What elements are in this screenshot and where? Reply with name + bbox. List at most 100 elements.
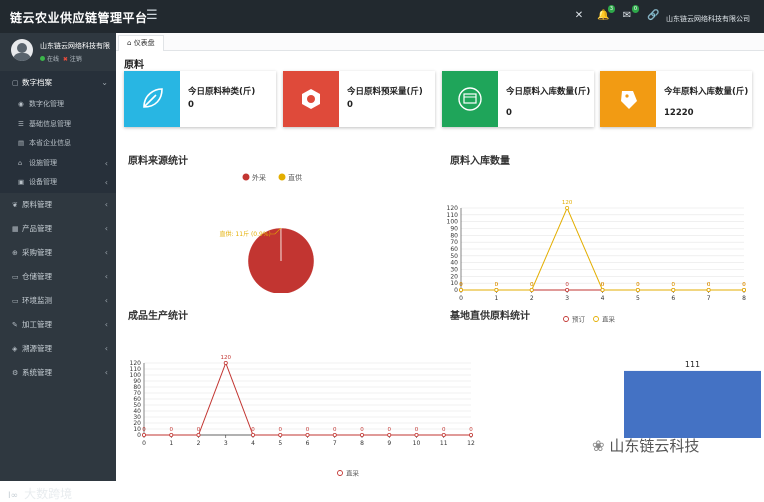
data-label: 0 xyxy=(742,282,746,288)
stat-card-icon-box xyxy=(442,71,498,127)
data-point xyxy=(388,433,391,436)
data-point xyxy=(415,433,418,436)
legend-label: 外采 xyxy=(252,173,266,182)
data-label: 0 xyxy=(495,282,499,288)
data-point xyxy=(279,433,282,436)
monitor-icon: ▭ xyxy=(12,289,22,313)
x-tick-label: 7 xyxy=(707,295,711,302)
sidebar-item-digital-archive[interactable]: ▢数字档案⌄ xyxy=(0,71,116,95)
x-tick-label: 6 xyxy=(671,295,675,302)
stat-card-today-planned: 今日原料预采量(斤) 0 xyxy=(283,71,435,127)
bell-icon[interactable]: 🔔3 xyxy=(597,10,609,22)
watermark-logo-icon: Ⅰ∞ xyxy=(8,491,18,501)
y-tick-label: 40 xyxy=(450,260,458,267)
chevron-down-icon: ⌄ xyxy=(101,71,108,95)
y-tick-label: 110 xyxy=(447,212,459,219)
legend-marker xyxy=(279,174,286,181)
x-tick-label: 7 xyxy=(333,440,337,447)
data-point xyxy=(707,288,710,291)
y-tick-label: 10 xyxy=(450,280,458,287)
chevron-left-icon: ‹ xyxy=(105,337,108,361)
chevron-left-icon: ‹ xyxy=(105,289,108,313)
avatar[interactable] xyxy=(11,39,33,61)
legend-marker xyxy=(338,471,343,476)
menu-toggle-icon[interactable]: ☰ xyxy=(146,8,158,23)
pie-chart: 外采直供外采12220斤 (99.1%)直供: 11斤 (0.9%) xyxy=(116,163,446,293)
data-label: 0 xyxy=(251,427,255,433)
sidebar-subitem-equipment[interactable]: ▣设备管理‹ xyxy=(0,173,116,193)
company-name[interactable]: 山东链云网络科技有限公司 xyxy=(666,14,750,24)
y-tick-label: 40 xyxy=(133,408,141,415)
archive-icon xyxy=(442,71,498,127)
folder-icon: ▢ xyxy=(12,71,22,95)
x-tick-label: 11 xyxy=(440,440,448,447)
stat-card-label: 今日原料入库数量(斤) xyxy=(506,87,592,97)
status-label: 在线 xyxy=(47,56,59,63)
x-tick-label: 4 xyxy=(601,295,605,302)
stat-card-icon-box xyxy=(600,71,656,127)
pie-label: 直供: 11斤 (0.9%) xyxy=(220,230,271,238)
wechat-icon: ❀ xyxy=(592,437,605,455)
sidebar-item-label: 加工管理 xyxy=(22,320,52,329)
x-tick-label: 5 xyxy=(278,440,282,447)
y-tick-label: 90 xyxy=(450,226,458,233)
user-status: 在线 ✖ 注销 xyxy=(40,54,82,63)
x-tick-label: 0 xyxy=(459,295,463,302)
data-label: 0 xyxy=(306,427,310,433)
x-tick-label: 5 xyxy=(636,295,640,302)
y-tick-label: 70 xyxy=(450,239,458,246)
data-label: 0 xyxy=(333,427,337,433)
y-tick-label: 20 xyxy=(450,273,458,280)
link-icon[interactable]: 🔗 xyxy=(647,10,659,22)
chevron-left-icon: ‹ xyxy=(105,361,108,385)
data-label: 0 xyxy=(459,282,463,288)
online-dot-icon xyxy=(40,56,45,61)
sidebar-item-storage[interactable]: ▭仓储管理‹ xyxy=(0,265,116,289)
box-icon: ▦ xyxy=(12,217,22,241)
sidebar-item-system[interactable]: ⚙系统管理‹ xyxy=(0,361,116,385)
main-content: ⌂ 仪表盘 原料 今日原料种类(斤) 0 今日原料预采量(斤) 0 今日原料入库… xyxy=(116,33,764,481)
data-point xyxy=(530,288,533,291)
sidebar-item-label: 产品管理 xyxy=(22,224,52,233)
tab-dashboard[interactable]: ⌂ 仪表盘 xyxy=(118,35,164,51)
sidebar-item-label: 仓储管理 xyxy=(22,272,52,281)
data-point xyxy=(360,433,363,436)
sidebar-item-purchase[interactable]: ⊕采购管理‹ xyxy=(0,241,116,265)
sidebar-item-environment[interactable]: ▭环境监测 ‹ xyxy=(0,289,116,313)
y-tick-label: 0 xyxy=(137,432,141,439)
sidebar-item-material[interactable]: ❦原料管理‹ xyxy=(0,193,116,217)
y-tick-label: 80 xyxy=(450,232,458,239)
data-label: 0 xyxy=(415,427,419,433)
y-tick-label: 20 xyxy=(133,420,141,427)
sidebar-subitem-label: 设备管理 xyxy=(29,178,57,186)
chevron-left-icon: ‹ xyxy=(105,173,108,193)
chevron-left-icon: ‹ xyxy=(105,241,108,265)
data-label: 0 xyxy=(197,427,201,433)
sidebar-item-processing[interactable]: ✎加工管理‹ xyxy=(0,313,116,337)
sidebar-subitem-digital[interactable]: ◉数字化管理 xyxy=(0,95,116,115)
sidebar-item-trace[interactable]: ◈溯源管理‹ xyxy=(0,337,116,361)
mail-icon[interactable]: ✉0 xyxy=(621,10,633,22)
logout-link[interactable]: 注销 xyxy=(70,56,82,63)
data-label: 0 xyxy=(170,427,174,433)
y-tick-label: 50 xyxy=(133,402,141,409)
stat-card-today-types: 今日原料种类(斤) 0 xyxy=(124,71,276,127)
chevron-left-icon: ‹ xyxy=(105,217,108,241)
data-label: 0 xyxy=(142,427,146,433)
bar xyxy=(624,371,761,438)
mail-badge: 0 xyxy=(632,5,639,13)
data-point xyxy=(251,433,254,436)
data-label: 120 xyxy=(221,355,232,361)
sidebar-subitem-basic-info[interactable]: ☰基础信息管理 xyxy=(0,115,116,135)
data-point xyxy=(306,433,309,436)
sidebar-menu: ▢数字档案⌄ ◉数字化管理 ☰基础信息管理 ▤本省企业信息 ⌂设施管理‹ ▣设备… xyxy=(0,71,116,385)
x-tick-label: 12 xyxy=(467,440,475,447)
sidebar-item-label: 环境监测 xyxy=(22,296,52,305)
x-tick-label: 8 xyxy=(360,440,364,447)
sidebar-subitem-facility[interactable]: ⌂设施管理‹ xyxy=(0,154,116,174)
data-point xyxy=(566,288,569,291)
sidebar-item-product[interactable]: ▦产品管理 ‹ xyxy=(0,217,116,241)
sidebar-subitem-enterprise[interactable]: ▤本省企业信息 xyxy=(0,134,116,154)
fullscreen-icon[interactable]: ✕ xyxy=(573,10,585,22)
data-label: 120 xyxy=(562,200,573,206)
